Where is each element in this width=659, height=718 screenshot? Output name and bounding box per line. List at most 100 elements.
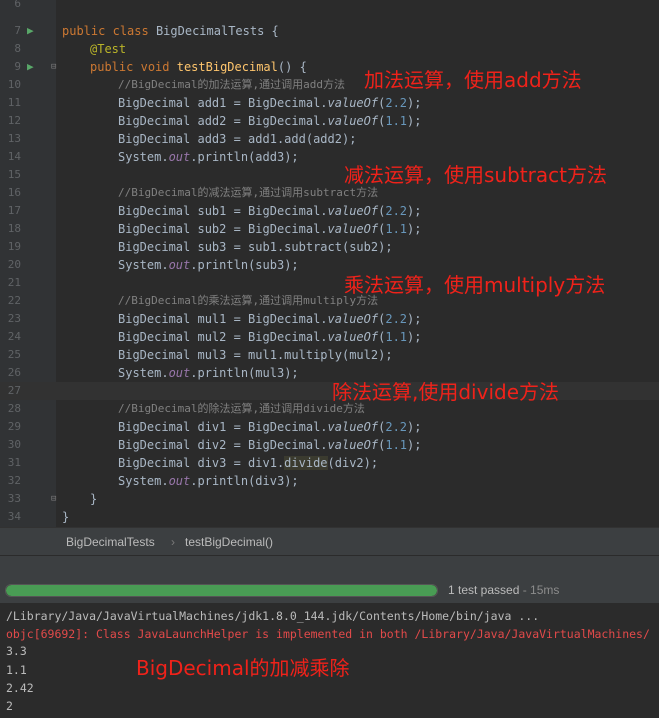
breadcrumb-method[interactable]: testBigDecimal() (185, 535, 273, 549)
code-line: 31 BigDecimal div3 = div1.divide(div2); (0, 454, 659, 472)
code-line: 25 BigDecimal mul3 = mul1.multiply(mul2)… (0, 346, 659, 364)
code-text: System.out.println(add3); (118, 150, 299, 164)
code-text: BigDecimal mul3 = mul1.multiply(mul2); (118, 348, 393, 362)
line-number: 32 (7, 474, 21, 487)
line-number: 17 (7, 204, 21, 217)
console-command: /Library/Java/JavaVirtualMachines/jdk1.8… (6, 609, 540, 623)
code-line: 24 BigDecimal mul2 = BigDecimal.valueOf(… (0, 328, 659, 346)
annotation-divide: 除法运算,使用divide方法 (332, 380, 560, 404)
code-text: public class BigDecimalTests { (62, 24, 279, 38)
line-number: 8 (14, 42, 21, 55)
code-line: 7 ▶ public class BigDecimalTests { (0, 22, 659, 40)
code-text: BigDecimal sub1 = BigDecimal.valueOf(2.2… (118, 204, 422, 218)
code-comment: //BigDecimal的减法运算,通过调用subtract方法 (118, 186, 379, 199)
line-number: 33 (7, 492, 21, 505)
code-text: BigDecimal sub2 = BigDecimal.valueOf(1.1… (118, 222, 422, 236)
annotation-add: 加法运算，使用add方法 (364, 68, 582, 92)
code-text: BigDecimal add1 = BigDecimal.valueOf(2.2… (118, 96, 422, 110)
code-text: BigDecimal div1 = BigDecimal.valueOf(2.2… (118, 420, 422, 434)
code-text: BigDecimal mul2 = BigDecimal.valueOf(1.1… (118, 330, 422, 344)
code-line: 12 BigDecimal add2 = BigDecimal.valueOf(… (0, 112, 659, 130)
code-text: BigDecimal add2 = BigDecimal.valueOf(1.1… (118, 114, 422, 128)
console-line: 2.42 (6, 681, 34, 695)
console-line: 3.3 (6, 644, 27, 658)
line-number: 27 (7, 384, 21, 397)
code-line: 19 BigDecimal sub3 = sub1.subtract(sub2)… (0, 238, 659, 256)
test-status-text: 1 test passed (448, 583, 520, 597)
line-number: 6 (14, 0, 21, 10)
line-number: 18 (7, 222, 21, 235)
run-test-icon[interactable]: ▶ (27, 58, 34, 76)
line-number: 22 (7, 294, 21, 307)
line-number: 24 (7, 330, 21, 343)
code-line: 26 System.out.println(mul3); (0, 364, 659, 382)
code-line: 30 BigDecimal div2 = BigDecimal.valueOf(… (0, 436, 659, 454)
code-line: 34 } (0, 508, 659, 526)
annotation-summary: BigDecimal的加减乘除 (136, 656, 350, 680)
code-line: 18 BigDecimal sub2 = BigDecimal.valueOf(… (0, 220, 659, 238)
code-comment: //BigDecimal的乘法运算,通过调用multiply方法 (118, 294, 379, 307)
code-text: @Test (90, 42, 127, 56)
code-text: BigDecimal div2 = BigDecimal.valueOf(1.1… (118, 438, 422, 452)
code-text: public void testBigDecimal() { (90, 60, 307, 74)
line-number: 20 (7, 258, 21, 271)
line-number: 15 (7, 168, 21, 181)
code-text: System.out.println(mul3); (118, 366, 299, 380)
code-comment: //BigDecimal的加法运算,通过调用add方法 (118, 78, 345, 91)
line-number: 13 (7, 132, 21, 145)
code-editor[interactable]: 6 7 ▶ public class BigDecimalTests { 8 @… (0, 0, 659, 527)
code-line: 17 BigDecimal sub1 = BigDecimal.valueOf(… (0, 202, 659, 220)
fold-icon[interactable]: ⊟ (51, 490, 56, 508)
line-number: 28 (7, 402, 21, 415)
line-number: 11 (7, 96, 21, 109)
line-number: 14 (7, 150, 21, 163)
line-number: 21 (7, 276, 21, 289)
run-test-icon[interactable]: ▶ (27, 22, 34, 40)
code-text: System.out.println(sub3); (118, 258, 299, 272)
code-line: 23 BigDecimal mul1 = BigDecimal.valueOf(… (0, 310, 659, 328)
code-text: BigDecimal mul1 = BigDecimal.valueOf(2.2… (118, 312, 422, 326)
code-text: BigDecimal sub3 = sub1.subtract(sub2); (118, 240, 393, 254)
console-output[interactable]: /Library/Java/JavaVirtualMachines/jdk1.8… (0, 603, 659, 718)
line-number: 7 (14, 24, 21, 37)
fold-icon[interactable]: ⊟ (51, 58, 56, 76)
line-number: 12 (7, 114, 21, 127)
test-progress-fill (6, 585, 437, 596)
code-comment: //BigDecimal的除法运算,通过调用divide方法 (118, 402, 365, 415)
line-number: 30 (7, 438, 21, 451)
test-status: 1 test passed - 15ms (448, 583, 559, 597)
code-line: 13 BigDecimal add3 = add1.add(add2); (0, 130, 659, 148)
current-line: 27 (0, 382, 659, 400)
test-duration: - 15ms (519, 583, 560, 597)
code-line: 8 @Test (0, 40, 659, 58)
line-number: 9 (14, 60, 21, 73)
console-error: objc[69692]: Class JavaLaunchHelper is i… (6, 627, 650, 641)
highlighted-divide: divide (284, 456, 328, 470)
test-progress-bar (5, 584, 438, 597)
test-run-bar: 1 test passed - 15ms (0, 555, 659, 604)
line-number: 16 (7, 186, 21, 199)
code-text: System.out.println(div3); (118, 474, 299, 488)
code-text: BigDecimal add3 = add1.add(add2); (118, 132, 357, 146)
console-line: 1.1 (6, 663, 27, 677)
code-text: } (62, 510, 70, 524)
line-number: 23 (7, 312, 21, 325)
code-line: 33 ⊟ } (0, 490, 659, 508)
line-number: 26 (7, 366, 21, 379)
code-line: 6 (0, 0, 659, 13)
line-number: 25 (7, 348, 21, 361)
breadcrumb-class[interactable]: BigDecimalTests (66, 535, 155, 549)
code-text: BigDecimal div3 = div1.divide(div2); (118, 456, 379, 470)
annotation-subtract: 减法运算，使用subtract方法 (344, 163, 607, 187)
code-text: } (90, 492, 98, 506)
code-line: 32 System.out.println(div3); (0, 472, 659, 490)
annotation-multiply: 乘法运算，使用multiply方法 (344, 273, 606, 297)
line-number: 29 (7, 420, 21, 433)
line-number: 19 (7, 240, 21, 253)
console-line: 2 (6, 699, 13, 713)
code-line: 11 BigDecimal add1 = BigDecimal.valueOf(… (0, 94, 659, 112)
line-number: 10 (7, 78, 21, 91)
code-line: 28 //BigDecimal的除法运算,通过调用divide方法 (0, 400, 659, 418)
line-number: 31 (7, 456, 21, 469)
breadcrumb: BigDecimalTests › testBigDecimal() (0, 527, 659, 556)
